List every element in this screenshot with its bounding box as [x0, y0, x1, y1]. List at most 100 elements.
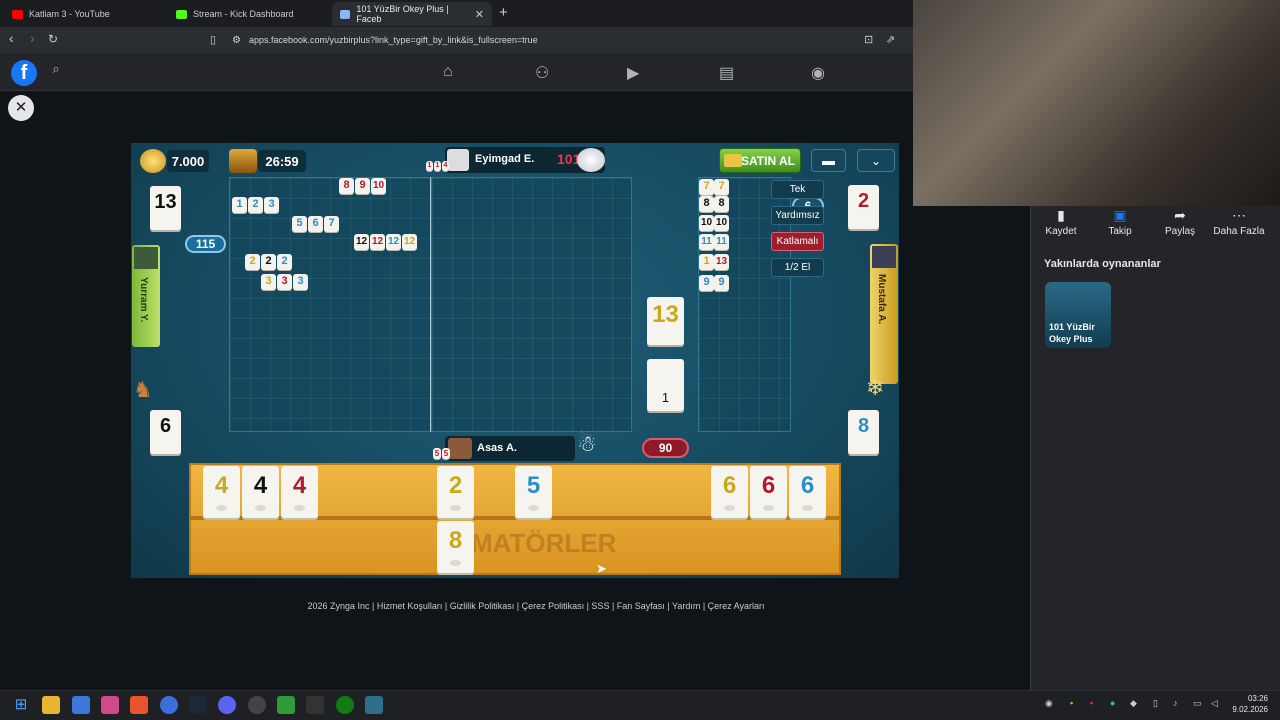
- left-player-discard[interactable]: 13: [150, 186, 181, 230]
- friends-icon[interactable]: ⚇: [535, 63, 549, 83]
- network-icon[interactable]: ▭: [1193, 698, 1202, 709]
- video-icon[interactable]: ▶: [627, 63, 639, 83]
- home-icon[interactable]: ⌂: [443, 63, 453, 81]
- deck-count[interactable]: 1: [647, 359, 684, 411]
- right-player-name: Mustafa A.: [876, 274, 887, 325]
- instagram-icon[interactable]: [101, 696, 119, 714]
- rack-tile[interactable]: 4: [203, 466, 240, 518]
- profile-icon[interactable]: ◉: [811, 63, 825, 83]
- facebook-logo[interactable]: f: [11, 60, 37, 86]
- follow-button[interactable]: ▣ Takip: [1090, 206, 1150, 237]
- close-icon[interactable]: ✕: [8, 95, 34, 121]
- search-icon[interactable]: ⌕: [43, 61, 69, 85]
- tile: 10: [699, 215, 714, 231]
- tray-icon[interactable]: ▪: [1070, 698, 1073, 708]
- rule-single: Tek: [771, 180, 824, 199]
- app-icon[interactable]: [365, 696, 383, 714]
- tab-kick[interactable]: Stream - Kick Dashboard: [168, 2, 328, 26]
- microphone-icon[interactable]: ♪: [1173, 698, 1178, 708]
- buy-button[interactable]: SATIN AL: [719, 148, 801, 173]
- app-icon[interactable]: [72, 696, 90, 714]
- save-button[interactable]: ▮ Kaydet: [1031, 206, 1091, 237]
- app-icon[interactable]: [306, 696, 324, 714]
- share-button[interactable]: ➦ Paylaş: [1150, 206, 1210, 237]
- tab-facebook-game[interactable]: 101 YüzBir Okey Plus | Faceb ✕: [332, 2, 492, 26]
- tray-icon[interactable]: ▪: [1090, 698, 1093, 708]
- kick-icon: [176, 9, 187, 19]
- game-canvas[interactable]: 7.000 26:59 Eyimgad E. 101 1 1 4 SATIN A…: [131, 143, 899, 578]
- top-player-chips: 1 1 4: [426, 161, 449, 171]
- discord-icon[interactable]: [218, 696, 236, 714]
- steam-icon[interactable]: [189, 696, 207, 714]
- reload-icon[interactable]: ↻: [48, 32, 58, 46]
- tile: 2: [245, 254, 260, 270]
- volume-icon[interactable]: ◁: [1211, 698, 1218, 709]
- chevron-down-icon[interactable]: ⌄: [857, 149, 895, 172]
- xbox-icon[interactable]: [336, 696, 354, 714]
- tray-icon[interactable]: ●: [1110, 698, 1115, 708]
- new-tab-icon[interactable]: +: [499, 4, 508, 21]
- site-info-icon[interactable]: ⚙: [232, 35, 241, 46]
- left-player-draw-tile[interactable]: 6: [150, 410, 181, 454]
- brave-browser-icon[interactable]: [130, 696, 148, 714]
- tile: 11: [699, 234, 714, 250]
- rack-tile[interactable]: 5: [515, 466, 552, 518]
- recent-title: Yakınlarda oynananlar: [1044, 258, 1161, 270]
- chat-icon[interactable]: ▬: [811, 149, 846, 172]
- top-player-name: Eyimgad E.: [475, 153, 535, 165]
- tile: 8: [339, 178, 354, 194]
- turn-timer: 26:59: [258, 150, 306, 172]
- address-bar[interactable]: ⚙ apps.facebook.com/yuzbirplus?link_type=…: [232, 31, 892, 49]
- tile: 3: [293, 274, 308, 290]
- share-icon[interactable]: ⇗: [886, 33, 895, 46]
- rack-tile[interactable]: 4: [281, 466, 318, 518]
- arrow-right-icon[interactable]: ›: [30, 30, 35, 46]
- tile: 10: [714, 215, 729, 231]
- rule-doubling: Katlamalı: [771, 232, 824, 251]
- taskbar-clock[interactable]: 03:26 9.02.2026: [1230, 693, 1268, 715]
- tray-icon[interactable]: ◆: [1130, 698, 1137, 709]
- browser-icon[interactable]: [160, 696, 178, 714]
- marketplace-icon[interactable]: ▤: [719, 63, 734, 83]
- arrow-left-icon[interactable]: ‹: [9, 30, 14, 46]
- gold-bars-icon: [724, 154, 742, 167]
- app-icon[interactable]: [248, 696, 266, 714]
- tile: 7: [324, 216, 339, 232]
- footer-links[interactable]: 2026 Zynga Inc | Hizmet Koşulları | Gizl…: [131, 601, 941, 611]
- share-arrow-icon: ➦: [1174, 207, 1186, 223]
- rack-tile[interactable]: 6: [711, 466, 748, 518]
- rack-tile[interactable]: 6: [750, 466, 787, 518]
- avatar: [134, 247, 158, 269]
- rule-half-hand: 1/2 El: [771, 258, 824, 277]
- minecraft-icon[interactable]: [277, 696, 295, 714]
- close-tab-icon[interactable]: ✕: [475, 8, 484, 21]
- follow-icon: ▣: [1113, 207, 1127, 223]
- bookmark-icon[interactable]: ▯: [210, 33, 216, 46]
- tile: 12: [370, 234, 385, 250]
- right-player-draw-tile[interactable]: 8: [848, 410, 879, 454]
- rack-tile[interactable]: 4: [242, 466, 279, 518]
- bottom-player-chips: 5 5: [433, 448, 450, 459]
- treasure-chest-icon: [229, 149, 257, 173]
- rack-tile[interactable]: 6: [789, 466, 826, 518]
- tile: 13: [714, 254, 729, 270]
- file-explorer-icon[interactable]: [42, 696, 60, 714]
- rack-tile[interactable]: 8: [437, 521, 474, 573]
- left-player-panel: Yurram Y.: [132, 245, 160, 347]
- right-player-discard[interactable]: 2: [848, 185, 879, 229]
- more-button[interactable]: ⋯ Daha Fazla: [1209, 206, 1269, 237]
- windows-start-icon[interactable]: ⊞: [12, 696, 30, 714]
- battery-icon[interactable]: ▯: [1153, 698, 1158, 709]
- install-icon[interactable]: ⊡: [864, 33, 873, 46]
- rack-tile[interactable]: 2: [437, 466, 474, 518]
- tile: 12: [354, 234, 369, 250]
- left-score-badge: 115: [185, 235, 226, 253]
- center-meld-board[interactable]: [431, 177, 632, 432]
- tile: 2: [248, 197, 263, 213]
- tab-youtube[interactable]: Katliam 3 - YouTube: [4, 2, 164, 26]
- recent-game-card[interactable]: 101 YüzBir Okey Plus: [1045, 282, 1111, 348]
- side-panel: [1030, 206, 1280, 690]
- tray-icon[interactable]: ◉: [1045, 698, 1053, 709]
- tile: 7: [699, 179, 714, 195]
- tile: 3: [277, 274, 292, 290]
